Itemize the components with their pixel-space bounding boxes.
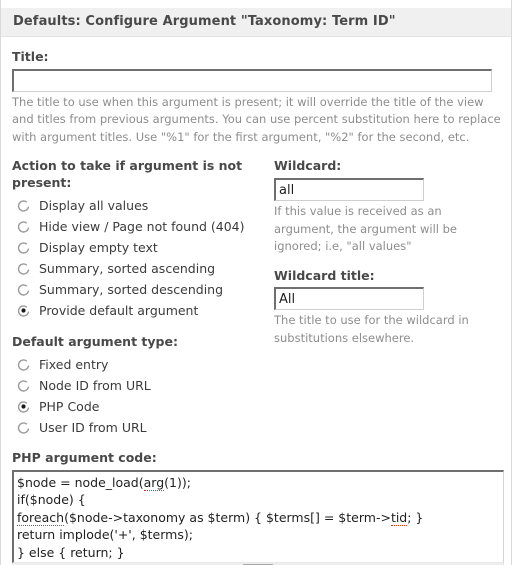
default-argument-type-label: Default argument type: [12, 334, 262, 351]
radio-unselected-icon[interactable] [17, 220, 30, 233]
argtype-radio-option-2[interactable]: PHP Code [12, 396, 262, 417]
code-token: $node = node_load( [17, 475, 144, 490]
php-code-line: foreach($node->taxonomy as $term) { $ter… [17, 509, 500, 527]
right-column: Wildcard: all If this value is received … [262, 146, 502, 347]
misspelled-token: arg [144, 475, 165, 491]
title-field-label: Title: [12, 49, 501, 66]
wildcard-description: If this value is received as an argument… [274, 203, 502, 255]
php-code-line: } else { return; } [17, 544, 500, 562]
action-radio-option-4[interactable]: Summary, sorted descending [12, 279, 262, 300]
radio-unselected-icon[interactable] [17, 283, 30, 296]
argtype-radio-option-label: User ID from URL [39, 421, 147, 434]
wildcard-title-input[interactable]: All [274, 287, 424, 310]
code-token: if($node) { [17, 492, 86, 507]
radio-unselected-icon[interactable] [17, 241, 30, 254]
action-not-present-label: Action to take if argument is not presen… [12, 158, 262, 192]
action-radio-option-label: Hide view / Page not found (404) [39, 220, 245, 233]
left-column: Action to take if argument is not presen… [12, 146, 262, 438]
radio-selected-icon[interactable] [17, 304, 30, 317]
argtype-radio-option-3[interactable]: User ID from URL [12, 417, 262, 438]
configure-argument-panel: Defaults: Configure Argument "Taxonomy: … [0, 0, 512, 565]
radio-unselected-icon[interactable] [17, 262, 30, 275]
two-column-region: Action to take if argument is not presen… [12, 146, 501, 438]
action-radio-option-5[interactable]: Provide default argument [12, 300, 262, 321]
radio-unselected-icon[interactable] [17, 358, 30, 371]
action-radio-option-3[interactable]: Summary, sorted ascending [12, 258, 262, 279]
default-argument-type-radio-group[interactable]: Fixed entry Node ID from URL PHP Code User … [12, 354, 262, 438]
action-radio-option-label: Display all values [39, 199, 148, 212]
php-code-line: $node = node_load(arg(1)); [17, 474, 500, 492]
action-radio-option-label: Summary, sorted descending [39, 283, 223, 296]
php-code-label: PHP argument code: [12, 450, 501, 467]
form-body: Title: The title to use when this argume… [1, 49, 511, 565]
radio-unselected-icon[interactable] [17, 421, 30, 434]
argtype-radio-option-label: Fixed entry [39, 358, 108, 371]
misspelled-token: tid [391, 510, 407, 526]
php-code-line: if($node) { [17, 491, 500, 509]
php-code-textarea[interactable]: $node = node_load(arg(1)); if($node) {for… [12, 470, 504, 563]
code-token: ; } [407, 510, 423, 525]
radio-unselected-icon[interactable] [17, 199, 30, 212]
argtype-radio-option-1[interactable]: Node ID from URL [12, 375, 262, 396]
radio-unselected-icon[interactable] [17, 379, 30, 392]
php-code-line: return implode('+', $terms); [17, 526, 500, 544]
code-token: } else { return; } [17, 545, 125, 560]
wildcard-title-description: The title to use for the wildcard in sub… [274, 312, 502, 347]
code-token: (1)); [164, 475, 191, 490]
panel-header-title: Defaults: Configure Argument "Taxonomy: … [1, 8, 511, 37]
action-radio-option-0[interactable]: Display all values [12, 195, 262, 216]
wildcard-label: Wildcard: [274, 158, 502, 175]
action-radio-option-label: Provide default argument [39, 304, 198, 317]
php-code-textarea-wrapper: $node = node_load(arg(1)); if($node) {for… [12, 470, 501, 565]
action-radio-option-2[interactable]: Display empty text [12, 237, 262, 258]
argtype-radio-option-label: PHP Code [39, 400, 99, 413]
wildcard-input[interactable]: all [274, 178, 424, 201]
argtype-radio-option-label: Node ID from URL [39, 379, 151, 392]
misspelled-token: foreach [17, 510, 64, 526]
radio-selected-icon[interactable] [17, 400, 30, 413]
action-not-present-radio-group[interactable]: Display all values Hide view / Page not f… [12, 195, 262, 321]
panel-top-spacer [1, 0, 511, 8]
title-field-description: The title to use when this argument is p… [12, 94, 501, 146]
wildcard-title-label: Wildcard title: [274, 268, 502, 285]
action-radio-option-label: Display empty text [39, 241, 158, 254]
argtype-radio-option-0[interactable]: Fixed entry [12, 354, 262, 375]
title-input[interactable] [12, 69, 492, 92]
code-token: return implode('+', $terms); [17, 527, 193, 542]
action-radio-option-label: Summary, sorted ascending [39, 262, 215, 275]
code-token: ($node->taxonomy as $term) { $terms[] = … [64, 510, 391, 525]
action-radio-option-1[interactable]: Hide view / Page not found (404) [12, 216, 262, 237]
